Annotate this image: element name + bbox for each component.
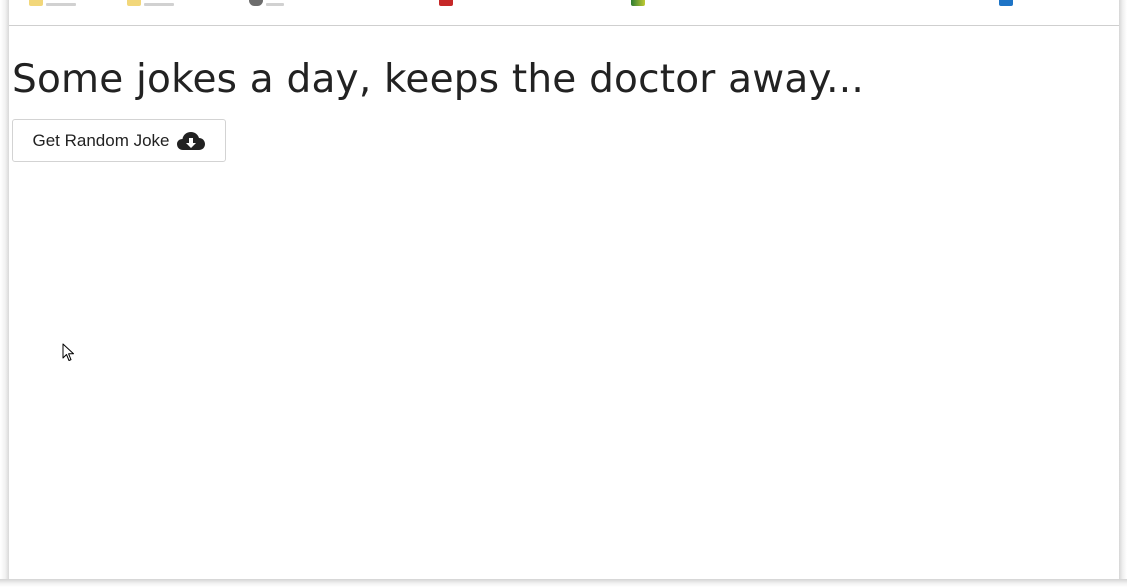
folder-icon — [29, 0, 43, 6]
bookmark-item[interactable] — [249, 0, 284, 6]
bookmark-item[interactable] — [29, 0, 76, 6]
red-app-icon — [439, 0, 453, 6]
green-app-icon — [631, 0, 645, 6]
get-random-joke-button[interactable]: Get Random Joke — [12, 119, 226, 162]
page-content: Some jokes a day, keeps the doctor away.… — [9, 26, 1119, 579]
bookmark-item[interactable] — [631, 0, 645, 6]
window-border-bottom — [0, 579, 1127, 587]
window-border-left — [0, 0, 9, 587]
window-border-right — [1119, 0, 1127, 587]
browser-window: Some jokes a day, keeps the doctor away.… — [0, 0, 1127, 587]
page-title: Some jokes a day, keeps the doctor away.… — [12, 57, 864, 102]
button-label: Get Random Joke — [32, 130, 170, 150]
bookmark-item[interactable] — [127, 0, 174, 6]
bookmark-item[interactable] — [439, 0, 453, 6]
globe-icon — [249, 0, 263, 6]
folder-icon — [127, 0, 141, 6]
mouse-cursor-icon — [62, 343, 74, 361]
blue-app-icon — [999, 0, 1013, 6]
bookmark-item[interactable] — [999, 0, 1013, 6]
bookmarks-bar — [9, 0, 1119, 26]
cloud-download-icon — [176, 130, 206, 152]
